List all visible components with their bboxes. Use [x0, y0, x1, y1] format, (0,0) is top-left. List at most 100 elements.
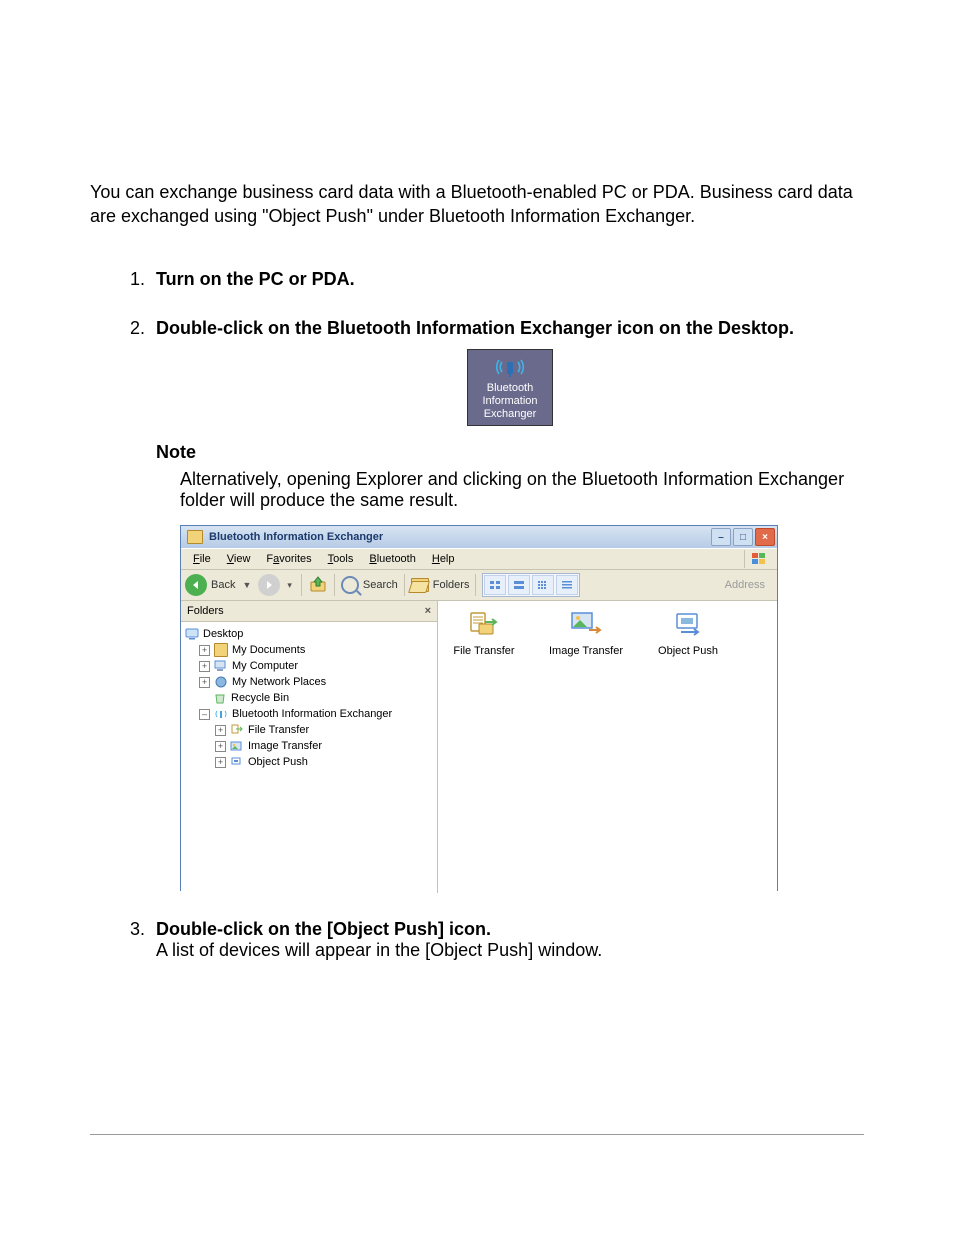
view-mode-buttons [482, 573, 580, 597]
search-icon[interactable] [341, 576, 359, 594]
bluetooth-signal-icon [495, 356, 525, 382]
tree-my-network[interactable]: + My Network Places [185, 674, 433, 690]
collapse-icon[interactable]: – [199, 709, 210, 720]
menu-tools[interactable]: Tools [320, 551, 362, 567]
expand-icon[interactable]: + [199, 677, 210, 688]
step-1: Turn on the PC or PDA. [150, 269, 864, 290]
computer-icon [214, 660, 228, 672]
close-button[interactable]: × [755, 528, 775, 546]
file-transfer-icon [230, 724, 244, 736]
folders-icon[interactable] [411, 578, 429, 592]
tree-my-computer[interactable]: + My Computer [185, 658, 433, 674]
tree-object-push[interactable]: + Object Push [185, 754, 433, 770]
note-block: Note Alternatively, opening Explorer and… [156, 442, 864, 891]
item-file-transfer[interactable]: File Transfer [444, 607, 524, 657]
menubar: File View Favorites Tools Bluetooth Help [181, 548, 777, 570]
window-folder-icon [187, 530, 203, 544]
tree-my-computer-label: My Computer [232, 660, 298, 672]
step-1-title: Turn on the PC or PDA. [156, 269, 355, 289]
note-text: Alternatively, opening Explorer and clic… [180, 469, 864, 511]
expand-icon[interactable]: + [199, 661, 210, 672]
tree-image-transfer[interactable]: + Image Transfer [185, 738, 433, 754]
folders-label[interactable]: Folders [433, 579, 470, 591]
up-folder-button[interactable] [308, 574, 328, 597]
folder-icon [214, 644, 228, 656]
note-label: Note [156, 442, 864, 463]
folders-pane-header: Folders × [181, 601, 437, 622]
item-object-push[interactable]: Object Push [648, 607, 728, 657]
tree-my-documents[interactable]: + My Documents [185, 642, 433, 658]
intro-text: You can exchange business card data with… [90, 180, 864, 229]
tree-object-push-label: Object Push [248, 756, 308, 768]
expand-icon[interactable]: + [215, 725, 226, 736]
item-object-push-label: Object Push [648, 645, 728, 657]
expand-icon[interactable]: + [199, 645, 210, 656]
item-image-transfer-label: Image Transfer [546, 645, 626, 657]
bluetooth-antenna-icon [214, 708, 228, 720]
menu-file[interactable]: File [185, 551, 219, 567]
search-label[interactable]: Search [363, 579, 398, 591]
view-details-button[interactable] [556, 575, 578, 595]
tree-file-transfer[interactable]: + File Transfer [185, 722, 433, 738]
file-transfer-icon [444, 607, 524, 643]
windows-flag-icon [744, 550, 773, 568]
step-3-body: A list of devices will appear in the [Ob… [156, 940, 602, 960]
toolbar: Back ▼ ▾ [181, 570, 777, 601]
tree-desktop[interactable]: Desktop [185, 626, 433, 642]
footer-divider [90, 1134, 864, 1135]
object-push-icon [230, 756, 244, 768]
desktop-icon-label-2: Information [470, 395, 550, 408]
step-2-title: Double-click on the Bluetooth Informatio… [156, 318, 794, 338]
folders-pane-close-button[interactable]: × [425, 605, 431, 617]
view-tiles-button[interactable] [484, 575, 506, 595]
recycle-bin-icon [213, 692, 227, 704]
menu-help[interactable]: Help [424, 551, 463, 567]
tree-bluetooth-exchanger[interactable]: – Bluetooth Information Exchanger [185, 706, 433, 722]
explorer-window: Bluetooth Information Exchanger – □ × Fi… [180, 525, 778, 891]
maximize-button[interactable]: □ [733, 528, 753, 546]
item-image-transfer[interactable]: Image Transfer [546, 607, 626, 657]
folder-tree: Desktop + My Documents + [181, 622, 437, 774]
address-label[interactable]: Address [725, 579, 773, 591]
expand-icon[interactable]: + [215, 757, 226, 768]
image-transfer-icon [546, 607, 626, 643]
view-list-button[interactable] [532, 575, 554, 595]
tree-recycle-bin[interactable]: Recycle Bin [185, 690, 433, 706]
back-dropdown-icon[interactable]: ▼ [239, 580, 254, 590]
expand-icon[interactable]: + [215, 741, 226, 752]
forward-dropdown-icon[interactable]: ▾ [284, 580, 295, 591]
tree-my-documents-label: My Documents [232, 644, 305, 656]
menu-favorites[interactable]: Favorites [258, 551, 319, 567]
step-3-title: Double-click on the [Object Push] icon. [156, 919, 491, 939]
image-transfer-icon [230, 740, 244, 752]
item-file-transfer-label: File Transfer [444, 645, 524, 657]
minimize-button[interactable]: – [711, 528, 731, 546]
tree-file-transfer-label: File Transfer [248, 724, 309, 736]
folders-pane-title: Folders [187, 605, 224, 617]
back-label[interactable]: Back [211, 579, 235, 591]
object-push-icon [648, 607, 728, 643]
back-button[interactable] [185, 574, 207, 596]
menu-view[interactable]: View [219, 551, 259, 567]
folders-pane: Folders × Desktop + [181, 601, 438, 893]
tree-my-network-label: My Network Places [232, 676, 326, 688]
content-pane: File Transfer [438, 601, 777, 893]
tree-image-transfer-label: Image Transfer [248, 740, 322, 752]
network-icon [214, 676, 228, 688]
tree-desktop-label: Desktop [203, 628, 243, 640]
desktop-icon [185, 628, 199, 640]
menu-bluetooth[interactable]: Bluetooth [361, 551, 424, 567]
steps-list: Turn on the PC or PDA. Double-click on t… [90, 269, 864, 962]
forward-button[interactable] [258, 574, 280, 596]
step-2: Double-click on the Bluetooth Informatio… [150, 318, 864, 892]
view-icons-button[interactable] [508, 575, 530, 595]
desktop-icon-label-3: Exchanger [470, 408, 550, 421]
tree-recycle-bin-label: Recycle Bin [231, 692, 289, 704]
client-area: Folders × Desktop + [181, 601, 777, 893]
desktop-icon-label-1: Bluetooth [470, 382, 550, 395]
tree-bluetooth-exchanger-label: Bluetooth Information Exchanger [232, 708, 392, 720]
step-3: Double-click on the [Object Push] icon. … [150, 919, 864, 961]
titlebar: Bluetooth Information Exchanger – □ × [181, 526, 777, 548]
bluetooth-exchanger-desktop-icon: Bluetooth Information Exchanger [467, 349, 553, 427]
window-title: Bluetooth Information Exchanger [209, 531, 383, 543]
